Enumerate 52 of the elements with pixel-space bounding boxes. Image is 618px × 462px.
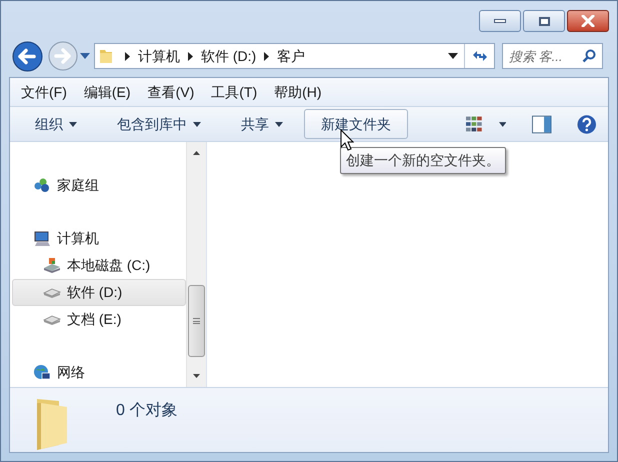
refresh-icon[interactable] xyxy=(472,49,488,63)
menu-item[interactable]: 文件(F) xyxy=(20,82,68,102)
breadcrumb[interactable]: 客户 xyxy=(277,46,306,66)
item-count: 0 个对象 xyxy=(116,400,178,421)
breadcrumb[interactable]: 软件 (D:) xyxy=(201,46,256,66)
caret-icon[interactable] xyxy=(275,122,283,126)
breadcrumb-arrow-icon[interactable] xyxy=(264,52,270,60)
search-icon[interactable] xyxy=(582,49,596,63)
menu-item[interactable]: 查看(V) xyxy=(146,82,196,102)
breadcrumb-arrow-icon[interactable] xyxy=(188,52,193,60)
toolbar-button[interactable]: 包含到库中 xyxy=(112,109,206,139)
drive-icon xyxy=(43,257,61,274)
globe-icon xyxy=(33,364,51,381)
breadcrumb[interactable]: 计算机 xyxy=(138,46,180,66)
toolbar-button[interactable]: 新建文件夹 xyxy=(304,109,408,139)
nav-item[interactable]: 计算机 xyxy=(12,225,186,252)
tooltip: 创建一个新的空文件夹。 xyxy=(340,147,506,174)
help-icon[interactable] xyxy=(576,114,596,134)
homegroup-icon xyxy=(33,177,51,194)
preview-pane-icon[interactable] xyxy=(532,114,552,134)
scrollbar[interactable] xyxy=(186,142,206,387)
caret-icon[interactable] xyxy=(498,122,506,126)
history-caret-icon[interactable] xyxy=(80,53,90,59)
caret-icon[interactable] xyxy=(69,122,77,126)
menu-item[interactable]: 编辑(E) xyxy=(82,82,132,102)
close-icon[interactable] xyxy=(581,15,595,27)
toolbar-button[interactable]: 组织 xyxy=(30,109,82,139)
nav-item[interactable]: 网络 xyxy=(12,359,186,386)
menu-item[interactable]: 帮助(H) xyxy=(273,82,323,102)
mouse-cursor-icon xyxy=(340,129,354,151)
nav-item[interactable]: 软件 (D:) xyxy=(12,279,186,306)
minimize-button[interactable] xyxy=(479,10,521,32)
menu-item[interactable]: 工具(T) xyxy=(210,82,258,102)
caret-icon[interactable] xyxy=(193,122,201,126)
toolbar-button[interactable]: 共享 xyxy=(236,109,288,139)
back-button[interactable] xyxy=(12,40,43,72)
scroll-up-icon[interactable] xyxy=(193,151,200,155)
maximize-button[interactable] xyxy=(523,10,565,32)
forward-button[interactable] xyxy=(48,41,78,71)
search-field[interactable]: 搜索 客... xyxy=(502,43,603,69)
view-options-icon[interactable] xyxy=(466,116,483,132)
computer-icon xyxy=(33,230,51,247)
address-bar[interactable]: 计算机 软件 (D:) 客户 xyxy=(94,43,495,69)
nav-item[interactable]: 文档 (E:) xyxy=(12,306,186,333)
nav-item[interactable]: 家庭组 xyxy=(12,172,186,199)
nav-item[interactable]: 本地磁盘 (C:) xyxy=(12,252,186,279)
scroll-thumb[interactable] xyxy=(188,285,205,357)
breadcrumb-arrow-icon[interactable] xyxy=(125,52,130,60)
scroll-down-icon[interactable] xyxy=(193,374,200,378)
folder-icon xyxy=(99,48,113,64)
address-dropdown-icon[interactable] xyxy=(448,53,458,59)
close-button[interactable] xyxy=(567,10,609,32)
